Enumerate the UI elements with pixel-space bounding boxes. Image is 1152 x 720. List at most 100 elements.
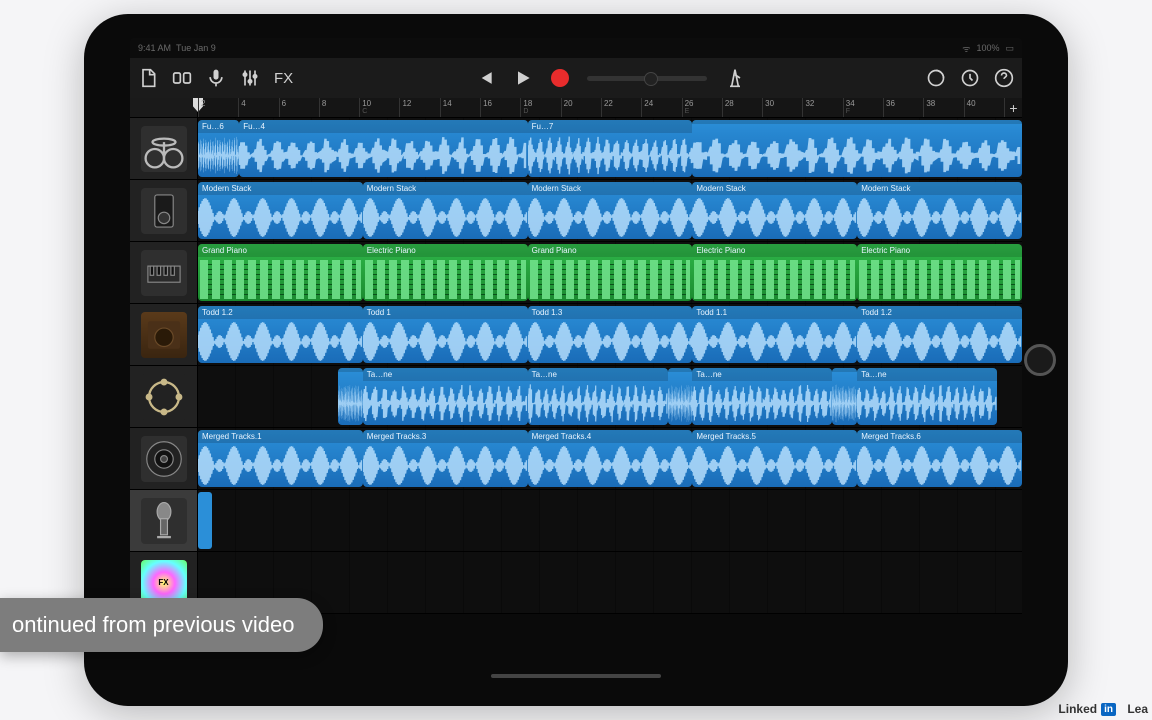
midi-region[interactable]: Grand Piano	[528, 244, 693, 301]
track-lane[interactable]: Grand PianoElectric PianoGrand PianoElec…	[198, 242, 1022, 303]
fx-button[interactable]: FX	[274, 70, 293, 87]
audio-region[interactable]: Modern Stack	[857, 182, 1022, 239]
timeline-ruler[interactable]: 246810C12141618D20222426E28303234F363840…	[198, 98, 1022, 117]
ruler-tick[interactable]: 36	[883, 98, 923, 117]
stack-icon	[141, 188, 187, 234]
audio-region[interactable]: Ta…ne	[363, 368, 528, 425]
audio-region[interactable]: Todd 1.2	[857, 306, 1022, 363]
audio-region[interactable]: Modern Stack	[363, 182, 528, 239]
ipad-home-button[interactable]	[1024, 344, 1056, 376]
status-date: Tue Jan 9	[176, 43, 216, 53]
track-lane[interactable]: Merged Tracks.1Merged Tracks.3Merged Tra…	[198, 428, 1022, 489]
play-button[interactable]	[513, 68, 533, 88]
track-lane[interactable]: Modern StackModern StackModern StackMode…	[198, 180, 1022, 241]
track-header[interactable]	[130, 366, 198, 427]
help-icon[interactable]	[994, 68, 1014, 88]
ruler-tick[interactable]: 26E	[682, 98, 722, 117]
audio-region[interactable]: Modern Stack	[692, 182, 857, 239]
record-button[interactable]	[551, 69, 569, 87]
track-header[interactable]	[130, 490, 198, 551]
mic-icon[interactable]	[206, 68, 226, 88]
track-header[interactable]	[130, 428, 198, 489]
audio-region[interactable]: Ta…ne	[857, 368, 997, 425]
ruler-tick[interactable]: 20	[561, 98, 601, 117]
track-lane[interactable]	[198, 490, 1022, 551]
midi-region[interactable]: Electric Piano	[692, 244, 857, 301]
audio-region[interactable]: Todd 1.1	[692, 306, 857, 363]
ruler-tick[interactable]: 22	[601, 98, 641, 117]
region-label: Merged Tracks.6	[857, 430, 1022, 443]
ruler-tick[interactable]: 12	[399, 98, 439, 117]
audio-region[interactable]: Ta…ne	[528, 368, 668, 425]
browser-icon[interactable]	[172, 68, 192, 88]
midi-region[interactable]: Electric Piano	[857, 244, 1022, 301]
audio-region[interactable]: Fu…7	[528, 120, 693, 177]
mixer-icon[interactable]	[240, 68, 260, 88]
audio-region[interactable]: Merged Tracks.4	[528, 430, 693, 487]
master-volume-slider[interactable]	[587, 76, 707, 81]
status-time: 9:41 AM	[138, 43, 171, 53]
audio-region[interactable]: Merged Tracks.3	[363, 430, 528, 487]
audio-region[interactable]: Todd 1.3	[528, 306, 693, 363]
audio-region[interactable]: Merged Tracks.6	[857, 430, 1022, 487]
audio-region[interactable]: Fu…4	[239, 120, 527, 177]
settings-icon[interactable]	[960, 68, 980, 88]
track-header[interactable]	[130, 180, 198, 241]
mic-icon	[141, 498, 187, 544]
track-lane[interactable]	[198, 552, 1022, 613]
track-header[interactable]	[130, 118, 198, 179]
track-lane[interactable]: Ta…neTa…neTa…neTa…ne	[198, 366, 1022, 427]
toolbar: FX	[130, 58, 1022, 98]
audio-region[interactable]	[692, 120, 1022, 177]
midi-region[interactable]: Electric Piano	[363, 244, 528, 301]
region-label	[668, 368, 693, 372]
region-label: Todd 1.3	[528, 306, 693, 319]
speaker-icon	[141, 436, 187, 482]
wifi-icon: ᯤ	[962, 42, 970, 55]
add-section-button[interactable]: +	[1004, 98, 1022, 117]
audio-region[interactable]	[832, 368, 857, 425]
ruler-tick[interactable]: 18D	[520, 98, 560, 117]
ruler-tick[interactable]: 6	[279, 98, 319, 117]
ruler-tick[interactable]: 30	[762, 98, 802, 117]
region-label: Fu…7	[528, 120, 693, 133]
track-header[interactable]	[130, 242, 198, 303]
audio-region[interactable]: Merged Tracks.1	[198, 430, 363, 487]
audio-region[interactable]	[668, 368, 693, 425]
track-lane[interactable]: Fu…6Fu…4Fu…7	[198, 118, 1022, 179]
audio-region[interactable]: Todd 1.2	[198, 306, 363, 363]
region-label	[832, 368, 857, 372]
audio-region[interactable]	[338, 368, 363, 425]
ruler-tick[interactable]: 28	[722, 98, 762, 117]
ruler-tick[interactable]: 38	[923, 98, 963, 117]
ios-home-indicator[interactable]	[491, 674, 661, 678]
my-songs-icon[interactable]	[138, 68, 158, 88]
ruler-tick[interactable]: 14	[440, 98, 480, 117]
audio-region[interactable]	[198, 492, 212, 549]
audio-region[interactable]: Ta…ne	[692, 368, 832, 425]
ruler-tick[interactable]: 8	[319, 98, 359, 117]
track-header[interactable]	[130, 304, 198, 365]
ruler-tick[interactable]: 40	[964, 98, 1004, 117]
ruler-tick[interactable]: 34F	[843, 98, 883, 117]
loop-icon[interactable]	[926, 68, 946, 88]
region-label: Ta…ne	[692, 368, 832, 381]
audio-region[interactable]: Modern Stack	[528, 182, 693, 239]
tambourine-icon	[141, 374, 187, 420]
ruler-tick[interactable]: 24	[641, 98, 681, 117]
track-lane[interactable]: Todd 1.2Todd 1Todd 1.3Todd 1.1Todd 1.2	[198, 304, 1022, 365]
ruler-tick[interactable]: 16	[480, 98, 520, 117]
track-row-mic	[130, 490, 1022, 552]
midi-region[interactable]: Grand Piano	[198, 244, 363, 301]
audio-region[interactable]: Modern Stack	[198, 182, 363, 239]
region-label: Merged Tracks.4	[528, 430, 693, 443]
ruler-tick[interactable]: 4	[238, 98, 278, 117]
ruler-tick[interactable]: 32	[802, 98, 842, 117]
rewind-button[interactable]	[475, 68, 495, 88]
ruler-tick[interactable]: 2	[198, 98, 238, 117]
audio-region[interactable]: Merged Tracks.5	[692, 430, 857, 487]
audio-region[interactable]: Fu…6	[198, 120, 239, 177]
audio-region[interactable]: Todd 1	[363, 306, 528, 363]
ruler-tick[interactable]: 10C	[359, 98, 399, 117]
metronome-icon[interactable]	[725, 68, 745, 88]
